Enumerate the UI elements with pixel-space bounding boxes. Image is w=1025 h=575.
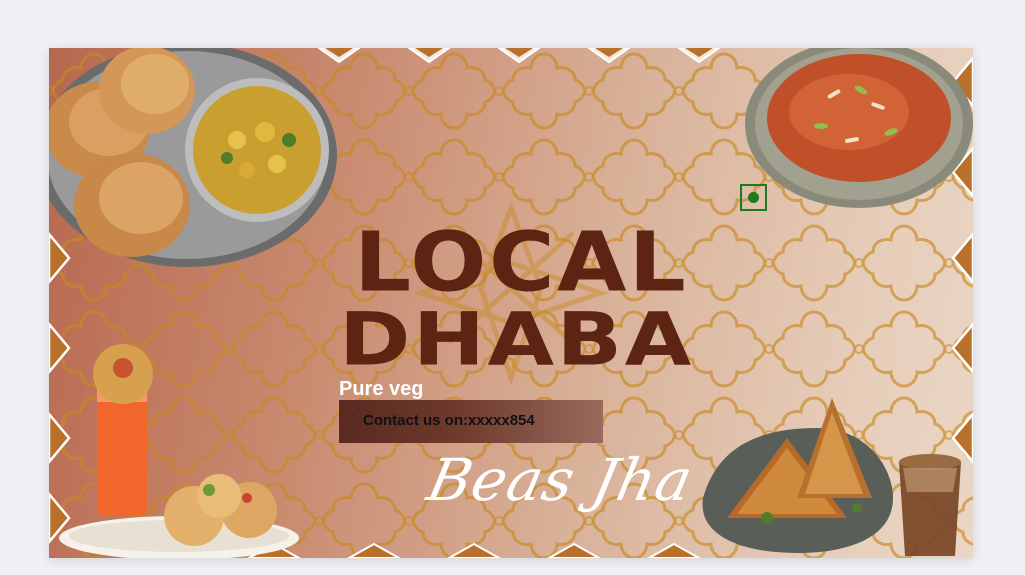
veg-mark-icon [740, 184, 767, 211]
samosa-icon [702, 398, 893, 553]
pani-puri-icon [59, 344, 299, 558]
contact-box: ` Contact us on:xxxxx854 [339, 400, 603, 443]
chai-icon [899, 454, 961, 556]
poster-canvas: LOCAL DHABA Pure veg ` Contact us on:xxx… [49, 48, 973, 558]
gajar-halwa-icon [745, 48, 973, 208]
tagline: Pure veg [339, 378, 424, 400]
contact-text: Contact us on:xxxxx854 [363, 412, 535, 429]
puri-bhaji-icon [49, 48, 337, 267]
title-line-2: DHABA [339, 296, 694, 383]
contact-mark: ` [357, 409, 361, 420]
veg-mark-dot [748, 192, 759, 203]
signature: Beas Jha [421, 446, 700, 514]
